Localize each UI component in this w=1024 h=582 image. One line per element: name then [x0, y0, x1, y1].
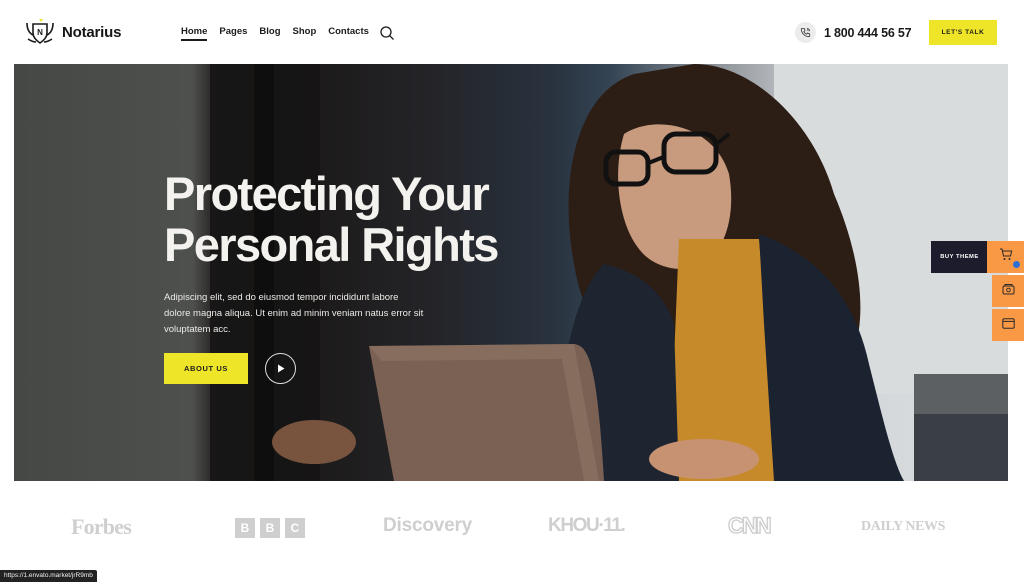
bbc-letter-b2: B [260, 518, 280, 538]
hero-title-line-2: Personal Rights [164, 218, 499, 271]
browser-window-button[interactable] [992, 309, 1024, 341]
hero-description: Adipiscing elit, sed do eiusmod tempor i… [164, 292, 424, 335]
nav-item-home[interactable]: Home [181, 26, 208, 41]
main-nav: Home Pages Blog Shop Contacts [181, 26, 369, 41]
logo-forbes: Forbes [71, 514, 132, 539]
portfolio-button[interactable] [992, 275, 1024, 307]
logo-bbc: B B C [235, 518, 305, 538]
partner-logos: Forbes B B C Discovery KHOU·11. CNN DAIL… [0, 500, 1024, 556]
hero-title-line-1: Protecting Your [164, 167, 490, 220]
logo[interactable]: N Notarius [24, 18, 121, 46]
notification-dot [1013, 261, 1020, 268]
nav-item-pages[interactable]: Pages [219, 26, 247, 41]
hero-title: Protecting Your Personal Rights [164, 167, 499, 271]
bbc-letter-b1: B [235, 518, 255, 538]
shield-crest-icon: N [24, 18, 56, 46]
nav-item-contacts[interactable]: Contacts [328, 26, 369, 41]
bbc-letter-c: C [285, 518, 305, 538]
hero-section: Protecting Your Personal Rights Adipisci… [14, 64, 1008, 481]
cart-button[interactable] [987, 241, 1024, 273]
nav-item-blog[interactable]: Blog [259, 26, 280, 41]
brand-name: Notarius [62, 23, 122, 41]
logo-daily-news: DAILY NEWS [861, 519, 946, 534]
phone-number: 1 800 444 56 57 [824, 25, 912, 40]
phone-icon [795, 22, 816, 43]
svg-text:N: N [37, 28, 43, 37]
play-icon [277, 360, 285, 378]
cart-icon [999, 248, 1013, 266]
site-header: N Notarius Home Pages Blog Shop Contacts… [0, 0, 1024, 64]
browser-window-icon [1001, 316, 1015, 334]
logo-khou: KHOU·11. [548, 515, 626, 536]
logo-discovery: Discovery [383, 515, 473, 536]
search-icon[interactable] [379, 25, 395, 41]
play-video-button[interactable] [265, 353, 296, 384]
nav-item-shop[interactable]: Shop [293, 26, 317, 41]
portfolio-icon [1002, 282, 1015, 300]
buy-theme-button[interactable]: BUY THEME [931, 241, 988, 273]
status-bar-url: https://1.envato.market/jrR9mb [0, 570, 97, 582]
about-us-button[interactable]: ABOUT US [164, 353, 248, 384]
phone-contact[interactable]: 1 800 444 56 57 [795, 22, 912, 43]
logo-cnn: CNN [727, 512, 772, 538]
lets-talk-button[interactable]: LET'S TALK [929, 20, 997, 45]
hero-photo [210, 64, 1008, 481]
